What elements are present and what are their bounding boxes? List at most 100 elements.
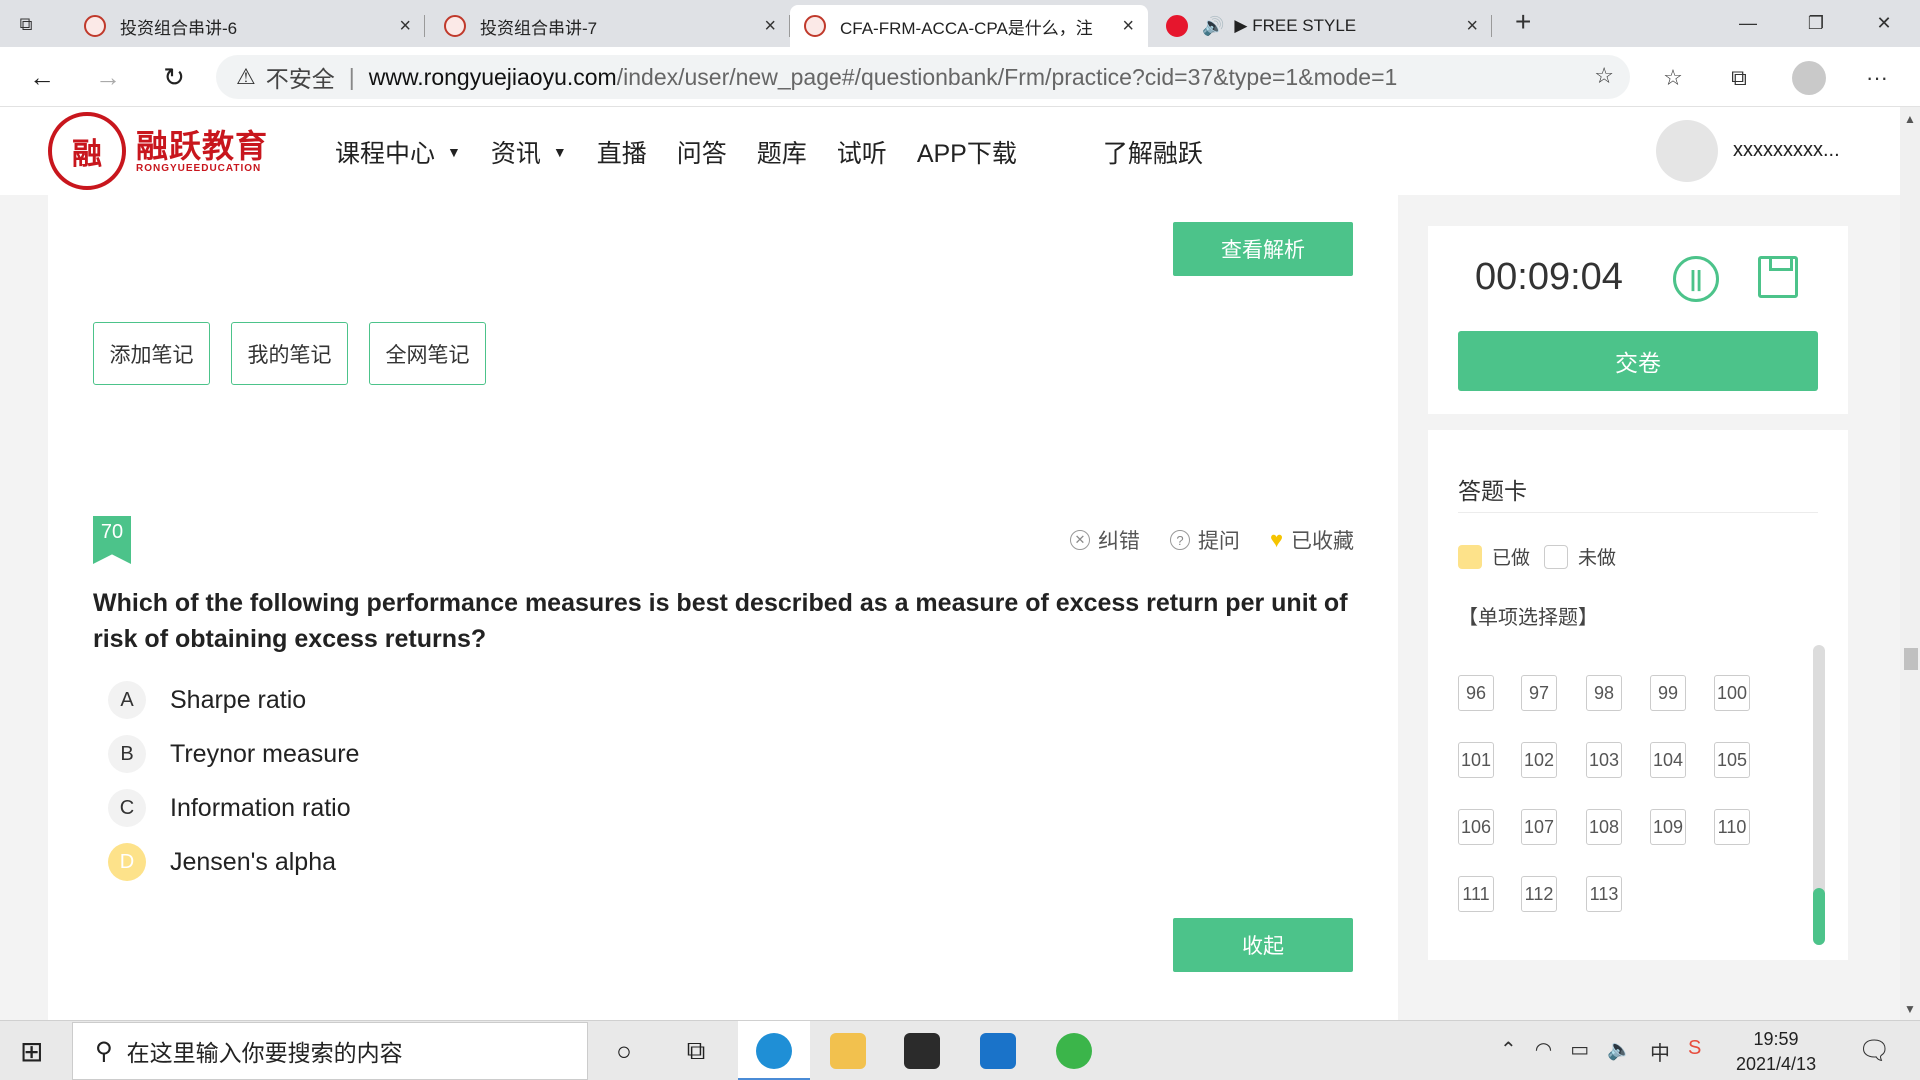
refresh-button[interactable]: ↻ (158, 61, 190, 93)
question-jump-box[interactable]: 99 (1650, 675, 1686, 711)
browser-tab-3-active[interactable]: CFA-FRM-ACCA-CPA是什么，注 × (790, 5, 1148, 47)
option-d[interactable]: D Jensen's alpha (108, 843, 336, 881)
scroll-down-arrow-icon[interactable]: ▼ (1904, 1002, 1916, 1016)
sogou-ime-icon[interactable]: S (1688, 1037, 1701, 1066)
answer-legend: 已做 未做 (1458, 543, 1616, 570)
question-jump-box[interactable]: 112 (1521, 876, 1557, 912)
answer-card-scrollbar-thumb[interactable] (1813, 888, 1825, 945)
browser-tab-2[interactable]: 投资组合串讲-7 × (430, 5, 790, 47)
rongyue-favicon-icon (444, 15, 466, 37)
question-jump-box[interactable]: 97 (1521, 675, 1557, 711)
forward-button[interactable]: → (92, 61, 124, 93)
user-name[interactable]: xxxxxxxxx... (1733, 139, 1840, 162)
browser-tab-4[interactable]: 🔊 ▶ FREE STYLE × (1152, 5, 1492, 47)
question-jump-box[interactable]: 108 (1586, 809, 1622, 845)
answer-card-title: 答题卡 (1458, 478, 1527, 504)
taskbar-search-box[interactable]: ⚲ 在这里输入你要搜索的内容 (72, 1022, 588, 1080)
question-jump-box[interactable]: 104 (1650, 742, 1686, 778)
close-tab-icon[interactable]: × (764, 15, 776, 38)
page-scrollbar[interactable] (1900, 107, 1920, 1020)
done-swatch (1458, 544, 1482, 569)
store-icon[interactable] (904, 1033, 940, 1069)
collections-icon[interactable]: ⧉ (1722, 61, 1756, 95)
option-b[interactable]: B Treynor measure (108, 735, 359, 773)
report-error-button[interactable]: ✕ 纠错 (1069, 525, 1140, 555)
save-icon[interactable] (1758, 256, 1798, 298)
question-jump-box[interactable]: 105 (1714, 742, 1750, 778)
tab-actions-icon[interactable]: ⧉ (12, 10, 40, 38)
file-explorer-icon[interactable] (830, 1033, 866, 1069)
page-scrollbar-thumb[interactable] (1904, 648, 1918, 670)
close-window-button[interactable]: ✕ (1854, 6, 1914, 40)
view-analysis-button[interactable]: 查看解析 (1173, 222, 1353, 276)
restore-button[interactable]: ❐ (1786, 6, 1846, 40)
menu-trial[interactable]: 试听 (837, 134, 887, 170)
answer-card-panel: 答题卡 已做 未做 【单项选择题】 96 97 98 99 100 101 10… (1428, 430, 1848, 960)
user-avatar[interactable] (1656, 120, 1718, 182)
menu-qa[interactable]: 问答 (677, 134, 727, 170)
minimize-button[interactable]: — (1718, 6, 1778, 40)
question-jump-box[interactable]: 102 (1521, 742, 1557, 778)
menu-app-download[interactable]: APP下载 (917, 134, 1017, 170)
close-tab-icon[interactable]: × (1466, 15, 1478, 38)
question-jump-box[interactable]: 109 (1650, 809, 1686, 845)
wifi-icon[interactable]: ◠ (1535, 1037, 1552, 1066)
show-hidden-icons-icon[interactable]: ⌃ (1500, 1037, 1517, 1066)
question-jump-box[interactable]: 110 (1714, 809, 1750, 845)
question-jump-box[interactable]: 96 (1458, 675, 1494, 711)
menu-about[interactable]: 了解融跃 (1103, 134, 1203, 170)
cortana-icon[interactable]: ○ (604, 1031, 644, 1071)
more-menu-icon[interactable]: ··· (1860, 61, 1894, 95)
close-tab-icon[interactable]: × (1122, 15, 1134, 38)
menu-course-center[interactable]: 课程中心 ▼ (335, 134, 461, 170)
option-letter: B (108, 735, 146, 773)
browser-tab-1[interactable]: 投资组合串讲-6 × (70, 5, 425, 47)
question-jump-box[interactable]: 98 (1586, 675, 1622, 711)
edge-browser-icon[interactable] (756, 1033, 792, 1069)
volume-icon[interactable]: 🔈 (1607, 1037, 1632, 1066)
my-notes-button[interactable]: 我的笔记 (231, 322, 348, 385)
battery-icon[interactable]: ▭ (1570, 1037, 1589, 1066)
question-jump-box[interactable]: 101 (1458, 742, 1494, 778)
submit-exam-button[interactable]: 交卷 (1458, 331, 1818, 391)
main-menu: 课程中心 ▼ 资讯 ▼ 直播 问答 题库 试听 APP下载 了解融跃 (335, 134, 1233, 170)
rongyue-favicon-icon (804, 15, 826, 37)
collapse-button[interactable]: 收起 (1173, 918, 1353, 972)
question-jump-box[interactable]: 113 (1586, 876, 1622, 912)
menu-live[interactable]: 直播 (597, 134, 647, 170)
question-actions: ✕ 纠错 ? 提问 ♥ 已收藏 (1040, 525, 1354, 555)
question-jump-box[interactable]: 106 (1458, 809, 1494, 845)
url-separator: | (348, 63, 355, 90)
site-logo[interactable]: 融 融跃教育 RONGYUEEDUCATION (48, 112, 268, 190)
ime-indicator[interactable]: 中 (1650, 1037, 1670, 1066)
question-jump-box[interactable]: 111 (1458, 876, 1494, 912)
ie-browser-icon[interactable] (1056, 1033, 1092, 1069)
option-c[interactable]: C Information ratio (108, 789, 351, 827)
scroll-up-arrow-icon[interactable]: ▲ (1904, 112, 1916, 126)
menu-question-bank[interactable]: 题库 (757, 134, 807, 170)
add-note-button[interactable]: 添加笔记 (93, 322, 210, 385)
question-jump-box[interactable]: 103 (1586, 742, 1622, 778)
favorite-button[interactable]: ♥ 已收藏 (1270, 525, 1354, 555)
not-secure-label: 不安全 (265, 66, 335, 92)
close-tab-icon[interactable]: × (399, 15, 411, 38)
favorites-icon[interactable]: ☆ (1656, 61, 1690, 95)
mail-icon[interactable] (980, 1033, 1016, 1069)
system-clock[interactable]: 19:59 2021/4/13 (1736, 1027, 1816, 1077)
add-favorite-icon[interactable]: ☆ (1594, 63, 1614, 89)
menu-news[interactable]: 资讯 ▼ (491, 134, 567, 170)
new-tab-button[interactable]: + (1515, 6, 1531, 38)
question-jump-box[interactable]: 107 (1521, 809, 1557, 845)
ask-question-button[interactable]: ? 提问 (1169, 525, 1240, 555)
pause-icon[interactable]: || (1673, 256, 1719, 302)
question-jump-box[interactable]: 100 (1714, 675, 1750, 711)
windows-start-icon[interactable]: ⊞ (20, 1035, 43, 1068)
profile-avatar[interactable] (1792, 61, 1826, 95)
all-notes-button[interactable]: 全网笔记 (369, 322, 486, 385)
option-a[interactable]: A Sharpe ratio (108, 681, 306, 719)
back-button[interactable]: ← (26, 61, 58, 93)
url-bar[interactable]: ⚠ 不安全 | www.rongyuejiaoyu.com /index/use… (216, 55, 1630, 99)
speaker-icon[interactable]: 🔊 (1202, 16, 1224, 37)
task-view-icon[interactable]: ⧉ (676, 1031, 716, 1071)
notification-icon[interactable]: 🗨 (1858, 1035, 1891, 1066)
